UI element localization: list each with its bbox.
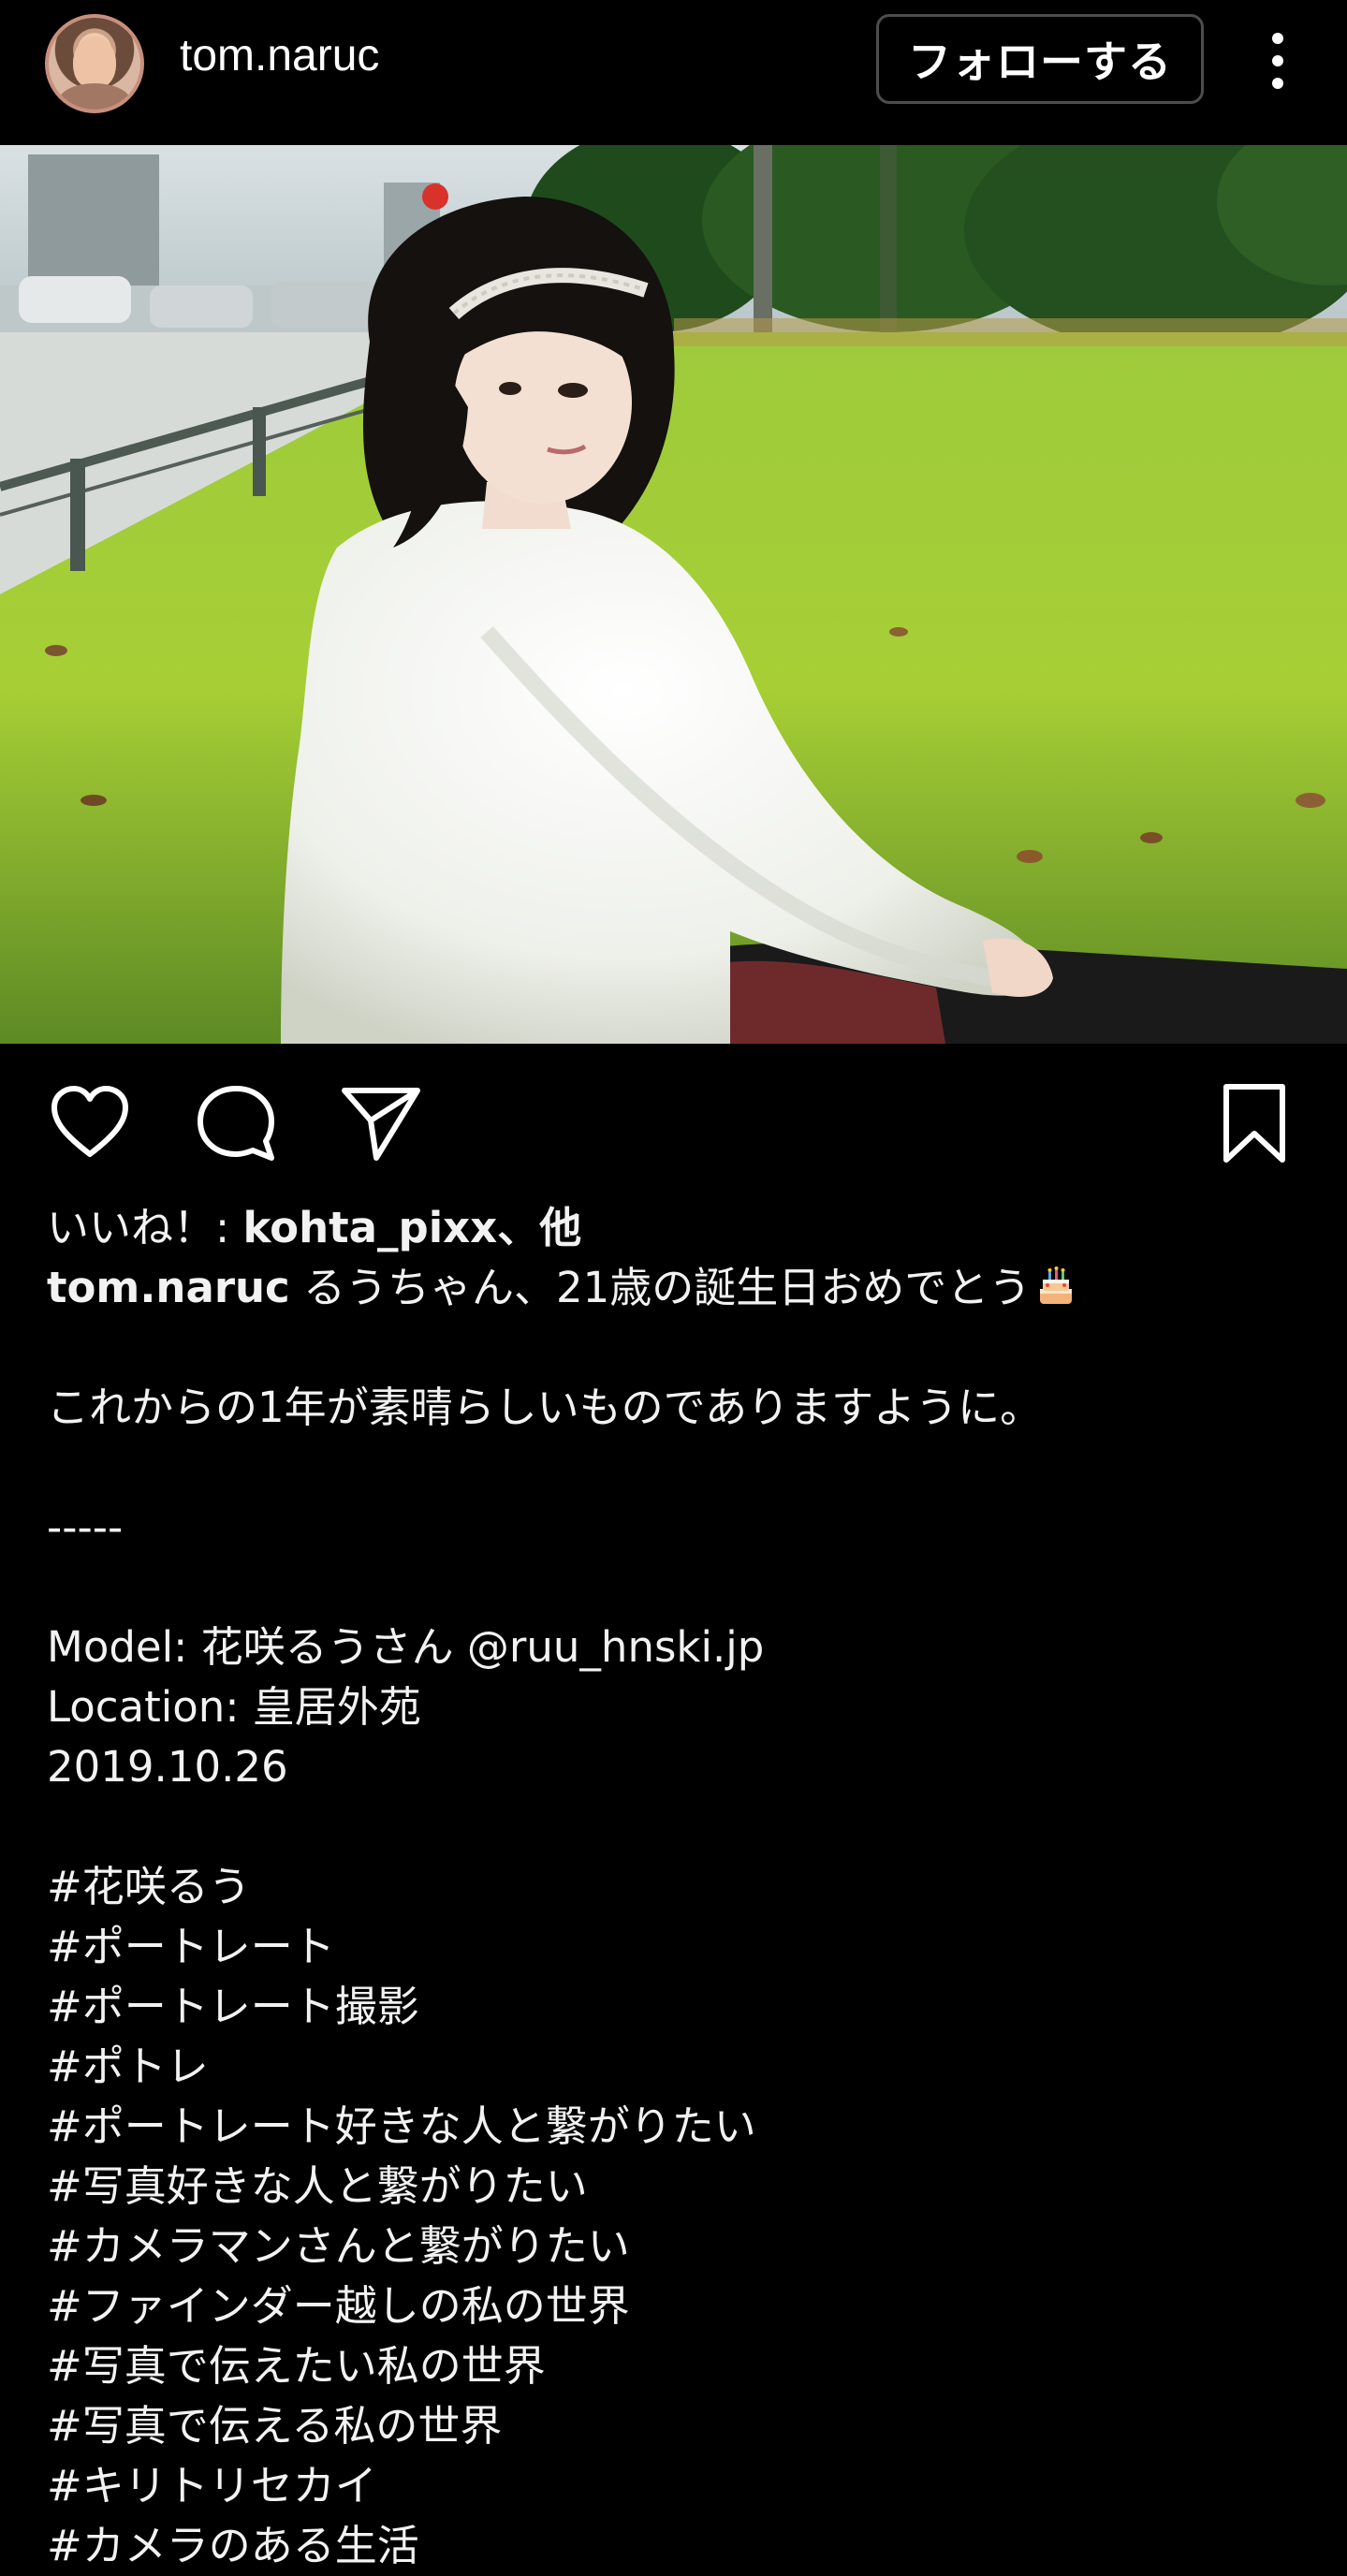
username-link[interactable]: tom.naruc: [180, 30, 379, 81]
likes-user-link[interactable]: kohta_pixx: [242, 1203, 497, 1252]
heart-icon[interactable]: [47, 1079, 133, 1165]
hashtag[interactable]: #写真で伝えたい私の世界: [47, 2336, 1301, 2396]
hashtag[interactable]: #ファインダー越しの私の世界: [47, 2276, 1301, 2336]
hashtag[interactable]: #キリトリセカイ: [47, 2456, 1301, 2516]
portrait-image: [0, 145, 1347, 1044]
hashtag[interactable]: #カメラのある生活: [47, 2516, 1301, 2576]
action-bar: [0, 1044, 1347, 1193]
more-vertical-icon[interactable]: [1253, 23, 1302, 98]
caption-line-2: これからの1年が素晴らしいものでありますように。: [47, 1383, 1043, 1432]
post-header: tom.naruc フォローする: [0, 0, 1347, 145]
caption-location: Location: 皇居外苑: [47, 1682, 421, 1732]
birthday-cake-icon: [1040, 1266, 1073, 1304]
caption-divider: -----: [47, 1502, 124, 1552]
bookmark-icon[interactable]: [1211, 1079, 1297, 1165]
avatar[interactable]: [45, 14, 144, 113]
likes-prefix: いいね！:: [47, 1203, 243, 1252]
hashtag[interactable]: #ポートレート撮影: [47, 1977, 1301, 2037]
likes-others-link[interactable]: 、他: [497, 1203, 581, 1252]
hashtag[interactable]: #ポトレ: [47, 2037, 1301, 2097]
caption-first-line: tom.naruc るうちゃん、21歳の誕生日おめでとう: [47, 1258, 1301, 1318]
comment-icon[interactable]: [193, 1079, 279, 1165]
likes-line: いいね！: kohta_pixx、他: [47, 1198, 1301, 1258]
caption-date: 2019.10.26: [47, 1742, 288, 1792]
hashtag[interactable]: #写真好きな人と繋がりたい: [47, 2157, 1301, 2217]
hashtag[interactable]: #写真で伝える私の世界: [47, 2396, 1301, 2456]
hashtag[interactable]: #ポートレート好きな人と繋がりたい: [47, 2097, 1301, 2157]
avatar-shoulders: [58, 83, 131, 110]
post-caption: いいね！: kohta_pixx、他 tom.naruc るうちゃん、21歳の誕…: [47, 1198, 1301, 2576]
caption-author-link[interactable]: tom.naruc: [47, 1263, 290, 1312]
caption-model: Model: 花咲るうさん @ruu_hnski.jp: [47, 1622, 765, 1672]
post-photo[interactable]: [0, 145, 1347, 1044]
avatar-face: [73, 37, 116, 89]
hashtag[interactable]: #ポートレート: [47, 1917, 1301, 1977]
hashtag[interactable]: #カメラマンさんと繋がりたい: [47, 2217, 1301, 2276]
send-icon[interactable]: [337, 1079, 423, 1165]
caption-text: るうちゃん、21歳の誕生日おめでとう: [289, 1263, 1032, 1312]
hashtag[interactable]: #花咲るう: [47, 1857, 1301, 1917]
follow-button[interactable]: フォローする: [876, 14, 1204, 104]
